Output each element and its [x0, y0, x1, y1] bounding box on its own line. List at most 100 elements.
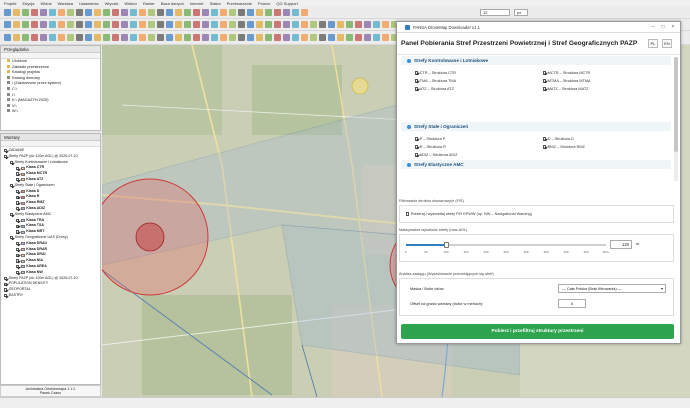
layer-visibility-checkbox[interactable] — [4, 276, 8, 281]
toolbar-button[interactable] — [58, 9, 65, 16]
toolbar-button[interactable] — [310, 34, 317, 41]
menu-item[interactable]: Baza danych — [161, 1, 184, 6]
scale-unit-select[interactable]: px — [514, 9, 528, 16]
toolbar-button[interactable] — [256, 34, 263, 41]
layer-visibility-checkbox[interactable] — [10, 184, 14, 188]
toolbar-button[interactable] — [238, 9, 245, 16]
toolbar-button[interactable] — [238, 21, 245, 28]
toolbar-button[interactable] — [94, 34, 101, 41]
layer-visibility-checkbox[interactable] — [16, 189, 20, 194]
toolbar-button[interactable] — [274, 34, 281, 41]
toolbar-button[interactable] — [85, 21, 92, 28]
menu-item[interactable]: Widok — [40, 1, 51, 6]
checkbox-box[interactable] — [415, 71, 419, 75]
toolbar-button[interactable] — [328, 21, 335, 28]
toolbar-button[interactable] — [40, 9, 47, 16]
menu-item[interactable]: Pomoc — [258, 1, 270, 6]
toolbar-button[interactable] — [103, 21, 110, 28]
toolbar-button[interactable] — [148, 9, 155, 16]
checkbox-p[interactable]: P – Struktura P — [415, 135, 543, 143]
height-slider-track[interactable] — [406, 242, 606, 248]
toolbar-button[interactable] — [274, 21, 281, 28]
toolbar-button[interactable] — [40, 34, 47, 41]
layer-visibility-checkbox[interactable] — [16, 178, 20, 182]
checkbox-matz[interactable]: MATZ – Struktura MATZ — [543, 85, 591, 93]
toolbar-button[interactable] — [319, 21, 326, 28]
toolbar-button[interactable] — [265, 9, 272, 16]
checkbox-box[interactable] — [406, 212, 410, 216]
checkbox-box[interactable] — [415, 87, 419, 91]
toolbar-button[interactable] — [112, 34, 119, 41]
checkbox-adiz[interactable]: ADIZ – Struktura ADIZ — [415, 151, 543, 159]
layer-visibility-checkbox[interactable] — [16, 265, 20, 269]
section-controlled-header[interactable]: Strefy Kontrolowane i Lotniskowe — [401, 56, 671, 65]
menu-item[interactable]: Warstwa — [58, 1, 73, 6]
toolbar-button[interactable] — [283, 21, 290, 28]
toolbar-button[interactable] — [292, 34, 299, 41]
scale-input[interactable]: 12 — [480, 9, 510, 16]
section-flexible-header[interactable]: Strefy Elastyczne AMC — [401, 160, 671, 169]
checkbox-box[interactable] — [543, 79, 547, 83]
height-slider-handle[interactable] — [443, 242, 449, 248]
toolbar-button[interactable] — [112, 9, 119, 16]
toolbar-button[interactable] — [193, 34, 200, 41]
layer-visibility-checkbox[interactable] — [16, 230, 20, 234]
toolbar-button[interactable] — [76, 34, 83, 41]
toolbar-button[interactable] — [31, 9, 38, 16]
toolbar-button[interactable] — [184, 21, 191, 28]
checkbox-box[interactable] — [543, 145, 547, 149]
checkbox-box[interactable] — [543, 137, 547, 141]
toolbar-button[interactable] — [175, 21, 182, 28]
download-button[interactable]: Pobierz i przefiltruj struktury przestrz… — [401, 324, 674, 339]
checkbox-r[interactable]: R – Struktura R — [415, 143, 543, 151]
menu-item[interactable]: Internet — [190, 1, 204, 6]
toolbar-button[interactable] — [292, 21, 299, 28]
lang-pl-button[interactable]: PL — [648, 39, 658, 48]
filter-fir-checkbox[interactable]: Pobieraj i wyświetlaj strefy FIR EPWW (n… — [406, 210, 532, 218]
toolbar-button[interactable] — [67, 34, 74, 41]
toolbar-button[interactable] — [13, 21, 20, 28]
toolbar-button[interactable] — [67, 21, 74, 28]
toolbar-button[interactable] — [283, 34, 290, 41]
layer-visibility-checkbox[interactable] — [16, 259, 20, 263]
toolbar-button[interactable] — [157, 9, 164, 16]
toolbar-button[interactable] — [130, 9, 137, 16]
toolbar-button[interactable] — [121, 9, 128, 16]
layer-visibility-checkbox[interactable] — [16, 271, 20, 275]
toolbar-button[interactable] — [22, 21, 29, 28]
sections-scrollbar[interactable] — [674, 57, 678, 181]
checkbox-atz[interactable]: ATZ – Struktura ATZ — [415, 85, 543, 93]
toolbar-button[interactable] — [58, 21, 65, 28]
toolbar-button[interactable] — [49, 34, 56, 41]
toolbar-button[interactable] — [85, 9, 92, 16]
checkbox-d[interactable]: D – Struktura D — [543, 135, 585, 143]
toolbar-button[interactable] — [274, 9, 281, 16]
layer-visibility-checkbox[interactable] — [10, 160, 14, 165]
toolbar-button[interactable] — [211, 21, 218, 28]
toolbar-button[interactable] — [31, 21, 38, 28]
layer-visibility-checkbox[interactable] — [4, 149, 8, 153]
mask-select[interactable]: — Cała Polska (Brak filtrowania) — ▾ — [558, 284, 666, 293]
toolbar-button[interactable] — [355, 34, 362, 41]
toolbar-button[interactable] — [148, 21, 155, 28]
toolbar-button[interactable] — [148, 34, 155, 41]
toolbar-button[interactable] — [76, 9, 83, 16]
checkbox-box[interactable] — [415, 145, 419, 149]
toolbar-button[interactable] — [4, 9, 11, 16]
toolbar-button[interactable] — [139, 21, 146, 28]
layer-visibility-checkbox[interactable] — [16, 242, 20, 246]
layer-visibility-checkbox[interactable] — [16, 207, 20, 211]
toolbar-button[interactable] — [229, 21, 236, 28]
toolbar-button[interactable] — [310, 21, 317, 28]
layer-visibility-checkbox[interactable] — [4, 155, 8, 159]
toolbar-button[interactable] — [202, 21, 209, 28]
toolbar-button[interactable] — [301, 34, 308, 41]
scrollbar-thumb[interactable] — [674, 57, 678, 152]
toolbar-button[interactable] — [373, 34, 380, 41]
toolbar-button[interactable] — [103, 34, 110, 41]
offset-input[interactable]: 0 — [558, 299, 586, 308]
toolbar-button[interactable] — [13, 34, 20, 41]
toolbar-button[interactable] — [256, 9, 263, 16]
layer-visibility-checkbox[interactable] — [16, 195, 20, 199]
toolbar-button[interactable] — [166, 9, 173, 16]
